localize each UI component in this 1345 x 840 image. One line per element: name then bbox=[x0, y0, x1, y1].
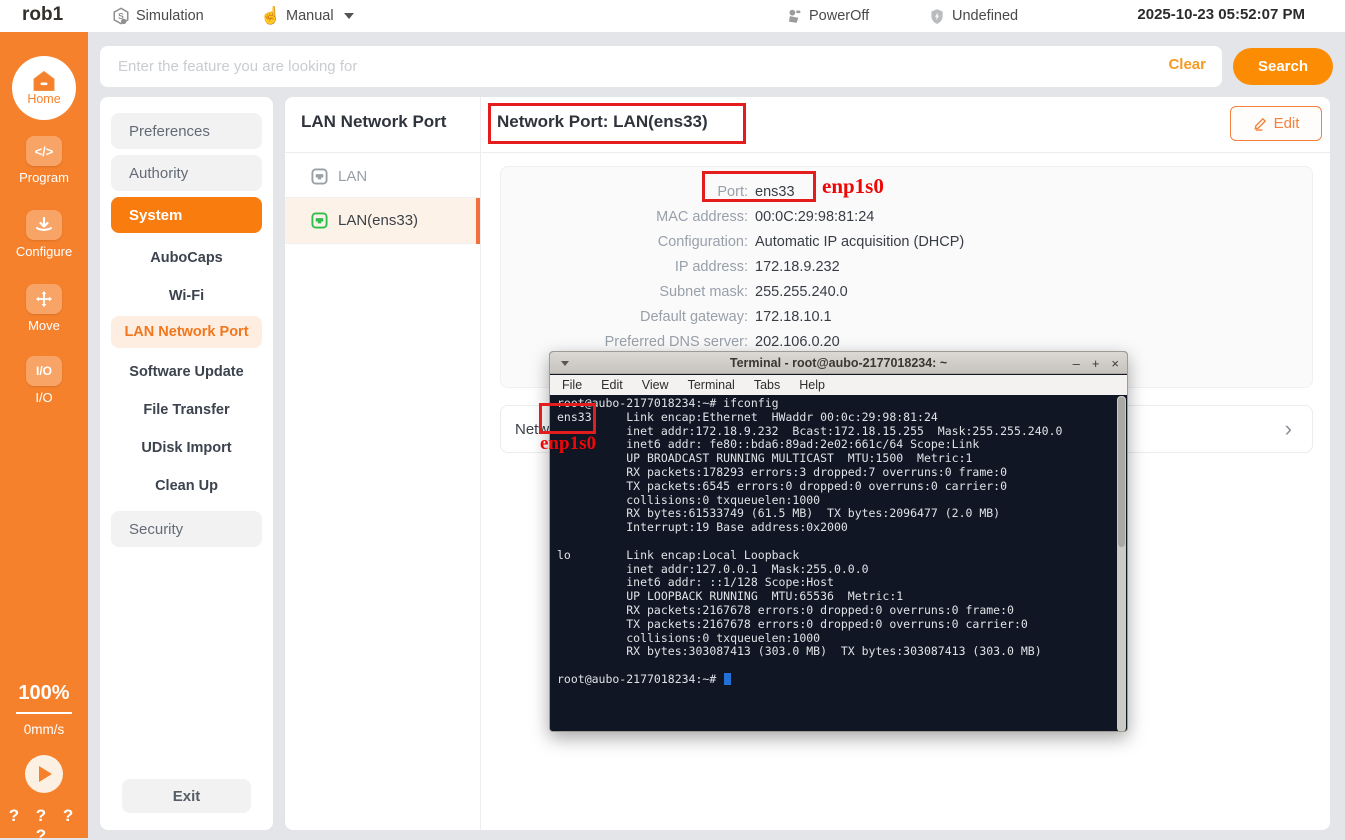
robot-name: rob1 bbox=[22, 4, 63, 26]
search-input[interactable] bbox=[100, 46, 1222, 87]
move-icon bbox=[26, 284, 62, 314]
nav-item-file-transfer[interactable]: File Transfer bbox=[111, 397, 262, 423]
chevron-down-icon bbox=[344, 13, 354, 19]
mode-dropdown[interactable]: ☝ Manual bbox=[262, 0, 354, 32]
field-subnet: Subnet mask:255.255.240.0 bbox=[501, 279, 1312, 304]
search-button[interactable]: Search bbox=[1233, 48, 1333, 85]
terminal-cursor bbox=[724, 673, 731, 685]
maximize-button[interactable]: + bbox=[1092, 356, 1100, 371]
list-item-lan[interactable]: LAN bbox=[285, 155, 480, 198]
sidebar-item-move[interactable]: Move bbox=[0, 284, 88, 333]
simulation-indicator[interactable]: S Simulation bbox=[112, 0, 204, 32]
terminal-body[interactable]: root@aubo-2177018234:~# ifconfig ens33 L… bbox=[550, 395, 1127, 732]
field-mac: MAC address:00:0C:29:98:81:24 bbox=[501, 204, 1312, 229]
menu-help[interactable]: Help bbox=[799, 378, 825, 392]
edit-button[interactable]: Edit bbox=[1230, 106, 1322, 141]
sidebar-item-io[interactable]: I/O I/O bbox=[0, 356, 88, 405]
collapsed-card-label: Netw bbox=[515, 421, 549, 438]
nav-item-system[interactable]: System bbox=[111, 197, 262, 233]
selected-indicator bbox=[476, 198, 480, 244]
terminal-output: root@aubo-2177018234:~# ifconfig ens33 L… bbox=[557, 397, 1062, 687]
ethernet-icon-active bbox=[311, 212, 328, 229]
header-divider bbox=[285, 152, 1330, 153]
nav-item-lan-network-port[interactable]: LAN Network Port bbox=[111, 316, 262, 348]
nav-item-security[interactable]: Security bbox=[111, 511, 262, 547]
sidebar-item-label: Home bbox=[27, 92, 60, 106]
simulation-label: Simulation bbox=[136, 8, 204, 24]
shield-icon bbox=[928, 7, 946, 25]
search-box: Clear bbox=[100, 46, 1222, 87]
pencil-icon bbox=[1253, 116, 1268, 131]
column-divider bbox=[480, 97, 481, 830]
play-icon bbox=[39, 766, 52, 782]
top-bar: rob1 S Simulation ☝ Manual PowerOff Unde… bbox=[0, 0, 1345, 32]
sidebar-item-label: I/O bbox=[35, 390, 52, 405]
program-icon: </> bbox=[26, 136, 62, 166]
simulation-icon: S bbox=[112, 7, 130, 25]
close-button[interactable]: × bbox=[1111, 356, 1119, 371]
nav-item-wifi[interactable]: Wi-Fi bbox=[111, 283, 262, 309]
list-title: LAN Network Port bbox=[301, 112, 446, 132]
help-question-marks[interactable]: ? ? ? ? bbox=[0, 806, 88, 840]
safety-status[interactable]: Undefined bbox=[928, 0, 1018, 32]
sidebar-item-label: Configure bbox=[16, 244, 72, 259]
sidebar-item-label: Program bbox=[19, 170, 69, 185]
sidebar-item-program[interactable]: </> Program bbox=[0, 136, 88, 185]
field-gateway: Default gateway:172.18.10.1 bbox=[501, 304, 1312, 329]
scrollbar-thumb[interactable] bbox=[1118, 397, 1125, 547]
nav-item-authority[interactable]: Authority bbox=[111, 155, 262, 191]
nav-item-udisk-import[interactable]: UDisk Import bbox=[111, 435, 262, 461]
detail-title: Network Port: LAN(ens33) bbox=[497, 112, 708, 132]
datetime: 2025-10-23 05:52:07 PM bbox=[1137, 6, 1305, 23]
speed-underline bbox=[16, 712, 72, 714]
terminal-window[interactable]: Terminal - root@aubo-2177018234: ~ – + ×… bbox=[549, 351, 1128, 732]
terminal-title: Terminal - root@aubo-2177018234: ~ bbox=[550, 356, 1127, 370]
chevron-right-icon: › bbox=[1285, 418, 1292, 440]
menu-terminal[interactable]: Terminal bbox=[688, 378, 735, 392]
clear-button[interactable]: Clear bbox=[1168, 56, 1206, 73]
power-status[interactable]: PowerOff bbox=[785, 0, 869, 32]
nav-item-aubocaps[interactable]: AuboCaps bbox=[111, 245, 262, 271]
safety-label: Undefined bbox=[952, 8, 1018, 24]
speed-value: 0mm/s bbox=[0, 722, 88, 737]
configure-icon bbox=[26, 210, 62, 240]
exit-button[interactable]: Exit bbox=[122, 779, 251, 813]
mode-label: Manual bbox=[286, 8, 334, 24]
field-port: Port:ens33 bbox=[501, 179, 1312, 204]
main-sidebar: Home </> Program Configure Move I/O I/O … bbox=[0, 32, 88, 838]
robot-arm-icon bbox=[785, 7, 803, 25]
sidebar-item-home[interactable]: Home bbox=[12, 56, 76, 120]
nav-item-clean-up[interactable]: Clean Up bbox=[111, 473, 262, 499]
hand-icon: ☝ bbox=[262, 7, 280, 25]
menu-view[interactable]: View bbox=[642, 378, 669, 392]
list-item-lan-ens33[interactable]: LAN(ens33) bbox=[285, 198, 480, 244]
ethernet-icon bbox=[311, 168, 328, 185]
terminal-titlebar[interactable]: Terminal - root@aubo-2177018234: ~ – + × bbox=[550, 352, 1127, 374]
nav-item-software-update[interactable]: Software Update bbox=[111, 359, 262, 385]
menu-file[interactable]: File bbox=[562, 378, 582, 392]
app-root: rob1 S Simulation ☝ Manual PowerOff Unde… bbox=[0, 0, 1345, 840]
sidebar-item-configure[interactable]: Configure bbox=[0, 210, 88, 259]
sidebar-item-label: Move bbox=[28, 318, 60, 333]
terminal-scrollbar[interactable] bbox=[1117, 396, 1126, 732]
settings-nav-panel: Preferences Authority System AuboCaps Wi… bbox=[100, 97, 273, 830]
list-item-label: LAN bbox=[338, 168, 367, 185]
power-label: PowerOff bbox=[809, 8, 869, 24]
menu-tabs[interactable]: Tabs bbox=[754, 378, 780, 392]
field-ip: IP address:172.18.9.232 bbox=[501, 254, 1312, 279]
play-button[interactable] bbox=[25, 755, 63, 793]
list-item-label: LAN(ens33) bbox=[338, 212, 418, 229]
minimize-button[interactable]: – bbox=[1073, 356, 1080, 371]
speed-percent[interactable]: 100% bbox=[0, 682, 88, 705]
nav-item-preferences[interactable]: Preferences bbox=[111, 113, 262, 149]
io-icon: I/O bbox=[26, 356, 62, 386]
field-configuration: Configuration:Automatic IP acquisition (… bbox=[501, 229, 1312, 254]
menu-edit[interactable]: Edit bbox=[601, 378, 623, 392]
terminal-menubar: File Edit View Terminal Tabs Help bbox=[550, 375, 1127, 395]
home-icon bbox=[32, 71, 56, 91]
